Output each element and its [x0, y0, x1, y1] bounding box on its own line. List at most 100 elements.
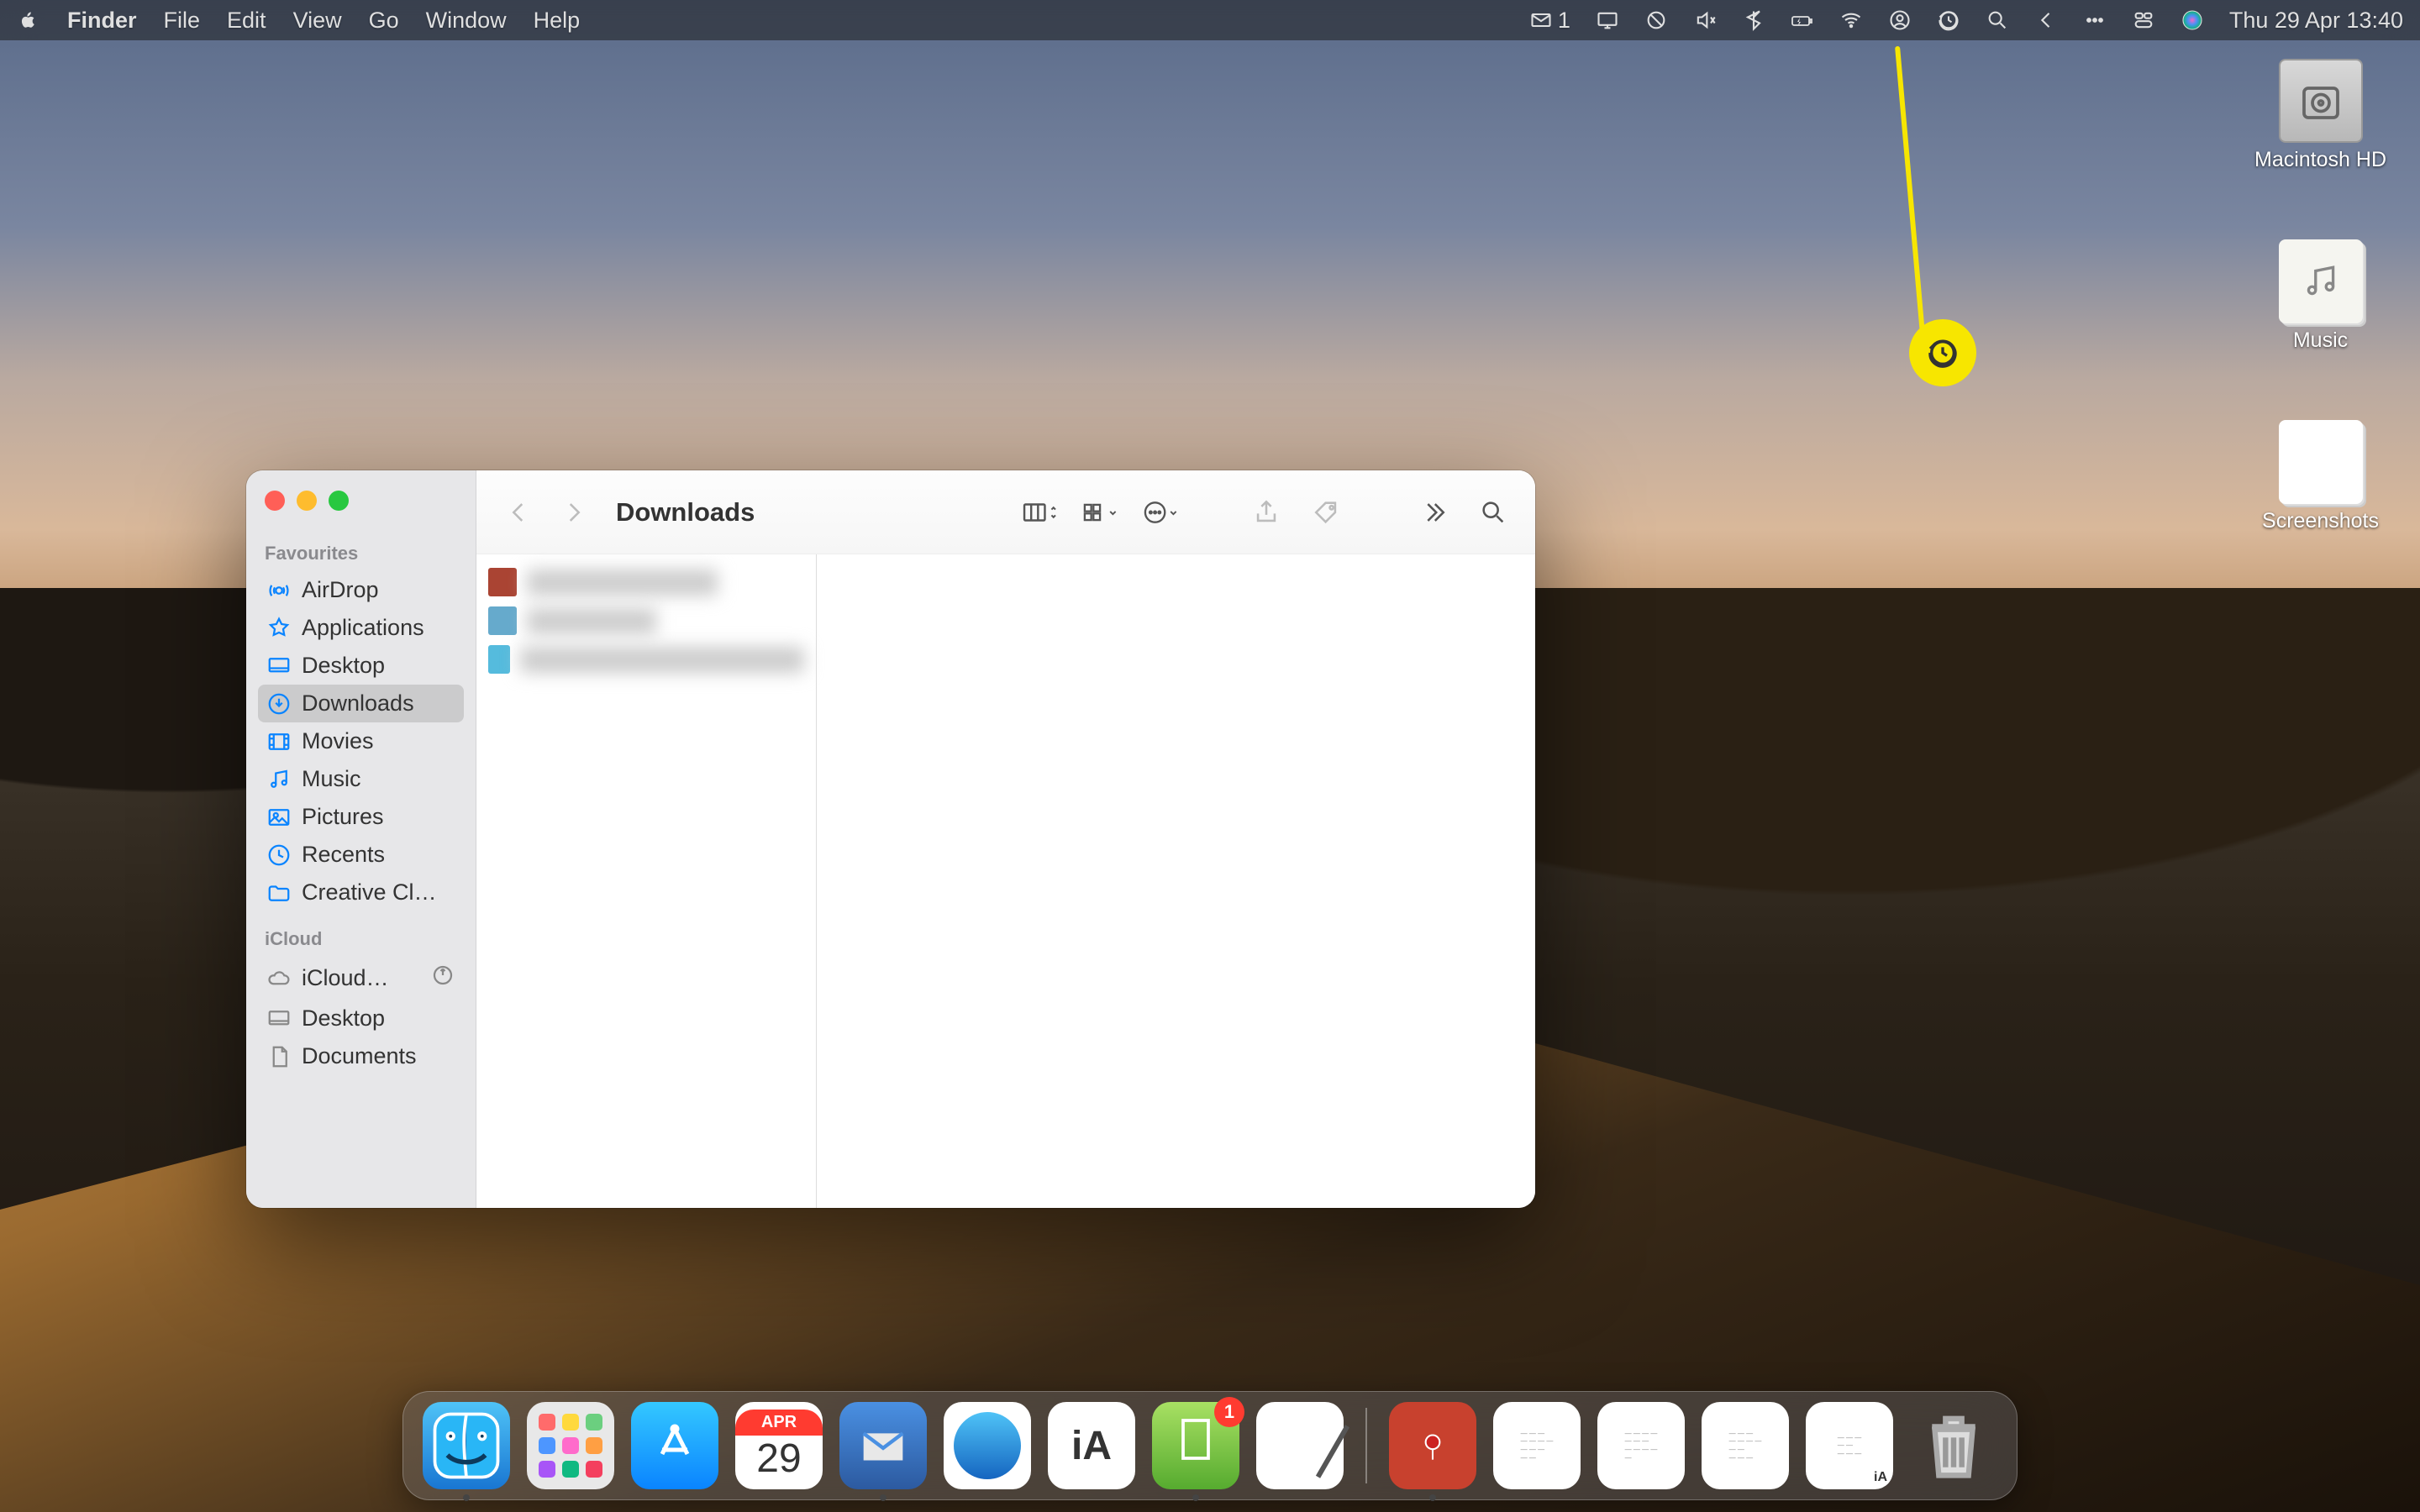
menu-file[interactable]: File: [164, 8, 201, 34]
apple-menu[interactable]: [17, 8, 40, 32]
dock-recent-app[interactable]: [1389, 1402, 1476, 1489]
file-row[interactable]: ████: [476, 601, 816, 640]
sidebar-item-icloud-drive[interactable]: iCloud…: [258, 957, 464, 1000]
menu-view[interactable]: View: [293, 8, 342, 34]
finder-sidebar: Favourites AirDrop Applications Desktop …: [246, 470, 476, 1208]
overflow-button[interactable]: [1414, 494, 1451, 531]
close-button[interactable]: [265, 491, 285, 511]
sidebar-item-applications[interactable]: Applications: [258, 609, 464, 647]
display-icon[interactable]: [1596, 8, 1619, 32]
dock-minimized-window[interactable]: — — —— — — —— —— — —: [1702, 1402, 1789, 1489]
dock-green-app[interactable]: 1: [1152, 1402, 1239, 1489]
control-center-icon[interactable]: [2132, 8, 2155, 32]
nav-back-button[interactable]: [500, 494, 537, 531]
desktop-icon-label: Music: [2293, 328, 2348, 353]
file-column[interactable]: ████████ ████ ██████████████: [476, 554, 817, 1208]
dock-minimized-window[interactable]: — — —— — — —— — —— —: [1493, 1402, 1581, 1489]
do-not-disturb-icon[interactable]: [1644, 8, 1668, 32]
desktop-icon-label: Macintosh HD: [2254, 148, 2386, 172]
sidebar-item-label: Recents: [302, 842, 385, 868]
dock-ia-writer[interactable]: iA: [1048, 1402, 1135, 1489]
desktop-macintosh-hd[interactable]: Macintosh HD: [2254, 59, 2386, 172]
sidebar-item-icloud-desktop[interactable]: Desktop: [258, 1000, 464, 1037]
mail-badge-count: 1: [1558, 8, 1570, 34]
menu-edit[interactable]: Edit: [227, 8, 266, 34]
sidebar-item-downloads[interactable]: Downloads: [258, 685, 464, 722]
dock-safari[interactable]: [944, 1402, 1031, 1489]
dock-finder[interactable]: [423, 1402, 510, 1489]
nav-forward-button[interactable]: [555, 494, 592, 531]
dock-badge: 1: [1214, 1397, 1244, 1427]
menu-window[interactable]: Window: [426, 8, 507, 34]
dock-trash[interactable]: [1910, 1402, 1997, 1489]
view-columns-button[interactable]: [1021, 494, 1058, 531]
music-file-icon: [2279, 239, 2363, 323]
sidebar-item-desktop[interactable]: Desktop: [258, 647, 464, 685]
calendar-month: APR: [735, 1410, 823, 1436]
sidebar-item-label: Documents: [302, 1043, 417, 1069]
file-row[interactable]: ██████████████: [476, 640, 816, 679]
dock-calendar[interactable]: APR 29: [735, 1402, 823, 1489]
sidebar-item-recents[interactable]: Recents: [258, 836, 464, 874]
dock-textedit[interactable]: [1256, 1402, 1344, 1489]
volume-muted-icon[interactable]: [1693, 8, 1717, 32]
menu-bar: Finder File Edit View Go Window Help 1 T…: [0, 0, 2420, 40]
desktop-icons: Macintosh HD Music Screenshots: [2254, 59, 2386, 533]
action-menu-button[interactable]: [1142, 494, 1179, 531]
sidebar-item-label: Movies: [302, 728, 374, 754]
desktop-screenshots-folder[interactable]: Screenshots: [2262, 420, 2379, 533]
share-button[interactable]: [1248, 494, 1285, 531]
window-controls: [258, 486, 464, 534]
dock-minimized-window[interactable]: — — —— —— — —iA: [1806, 1402, 1893, 1489]
sidebar-item-airdrop[interactable]: AirDrop: [258, 571, 464, 609]
time-machine-menu-icon[interactable]: [1937, 8, 1960, 32]
annotation-highlight: [1909, 319, 1976, 386]
sidebar-item-label: Applications: [302, 615, 424, 641]
bluetooth-icon[interactable]: [1742, 8, 1765, 32]
view-options-button[interactable]: [1081, 494, 1118, 531]
dock-running-dot: [1429, 1494, 1436, 1501]
icloud-sync-icon: [430, 963, 455, 994]
file-row[interactable]: ████████: [476, 563, 816, 601]
siri-icon[interactable]: [2181, 8, 2204, 32]
sidebar-item-icloud-documents[interactable]: Documents: [258, 1037, 464, 1075]
dock-launchpad[interactable]: [527, 1402, 614, 1489]
dock-thunderbird[interactable]: [839, 1402, 927, 1489]
sidebar-item-creative-cloud[interactable]: Creative Cl…: [258, 874, 464, 911]
sidebar-item-pictures[interactable]: Pictures: [258, 798, 464, 836]
hard-drive-icon: [2279, 59, 2363, 143]
screenshots-icon: [2279, 420, 2363, 504]
desktop-music-folder[interactable]: Music: [2279, 239, 2363, 353]
sidebar-item-music[interactable]: Music: [258, 760, 464, 798]
back-icon[interactable]: [2034, 8, 2058, 32]
user-icon[interactable]: [1888, 8, 1912, 32]
menu-datetime[interactable]: Thu 29 Apr 13:40: [2229, 8, 2403, 34]
tags-button[interactable]: [1308, 494, 1345, 531]
sidebar-item-label: Downloads: [302, 690, 414, 717]
sidebar-item-movies[interactable]: Movies: [258, 722, 464, 760]
more-icon[interactable]: [2083, 8, 2107, 32]
finder-toolbar: Downloads: [476, 470, 1535, 554]
sidebar-item-label: Music: [302, 766, 361, 792]
dock-running-dot: [880, 1494, 886, 1501]
sidebar-item-label: Desktop: [302, 1005, 385, 1032]
mail-status-icon[interactable]: 1: [1529, 8, 1570, 34]
dock-minimized-window[interactable]: — — — —— — —— — — ——: [1597, 1402, 1685, 1489]
minimize-button[interactable]: [297, 491, 317, 511]
app-name[interactable]: Finder: [67, 8, 137, 34]
desktop-icon-label: Screenshots: [2262, 509, 2379, 533]
finder-content: ████████ ████ ██████████████: [476, 554, 1535, 1208]
wifi-icon[interactable]: [1839, 8, 1863, 32]
calendar-day: 29: [756, 1436, 801, 1482]
menu-go[interactable]: Go: [369, 8, 399, 34]
spotlight-icon[interactable]: [1986, 8, 2009, 32]
finder-title: Downloads: [616, 497, 755, 528]
file-thumbnail: [488, 568, 517, 596]
sidebar-item-label: Creative Cl…: [302, 879, 437, 906]
dock-app-store[interactable]: [631, 1402, 718, 1489]
search-button[interactable]: [1475, 494, 1512, 531]
menu-help[interactable]: Help: [534, 8, 581, 34]
battery-icon[interactable]: [1791, 8, 1814, 32]
fullscreen-button[interactable]: [329, 491, 349, 511]
sidebar-item-label: iCloud…: [302, 965, 389, 991]
